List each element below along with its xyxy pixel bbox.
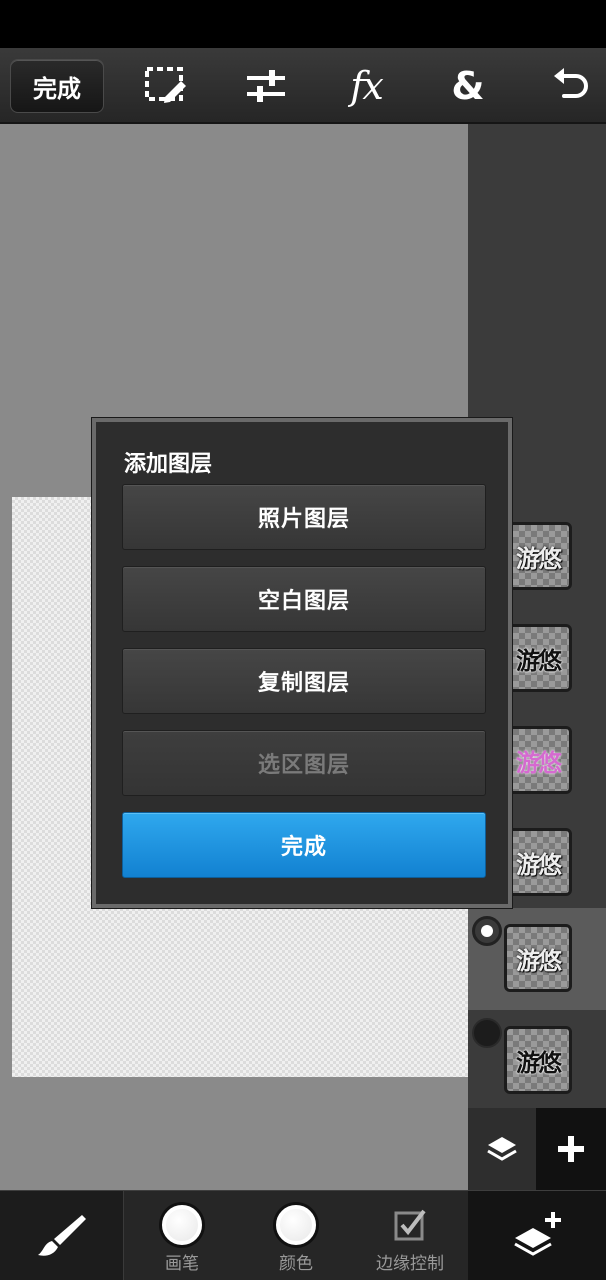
brush-circle-icon	[162, 1205, 202, 1245]
layer-select-radio[interactable]	[472, 916, 502, 946]
adjust-sliders-icon[interactable]	[240, 62, 292, 110]
done-button[interactable]: 完成	[10, 59, 104, 113]
layer-select-radio[interactable]	[472, 1018, 502, 1048]
dialog-title: 添加图层	[124, 451, 213, 477]
dialog-done-button[interactable]: 完成	[122, 812, 486, 878]
layers-menu-button[interactable]	[468, 1191, 606, 1280]
bottom-toolbar: 画笔 颜色 边缘控制	[0, 1190, 606, 1280]
ampersand-label: &	[451, 64, 485, 108]
paintbrush-icon	[37, 1215, 86, 1256]
blend-ampersand-icon[interactable]: &	[442, 62, 494, 110]
layer-thumbnail[interactable]: 游悠	[504, 624, 572, 692]
photo-layer-button[interactable]: 照片图层	[122, 484, 486, 550]
brush-label: 画笔	[165, 1254, 199, 1274]
color-circle-icon	[276, 1205, 316, 1245]
layers-icon	[487, 1137, 517, 1161]
status-bar	[0, 0, 606, 48]
edge-checkbox-icon	[390, 1205, 430, 1245]
brush-tool-button[interactable]	[0, 1191, 124, 1280]
layer-thumbnail[interactable]: 游悠	[504, 522, 572, 590]
edge-control-button[interactable]: 边缘控制	[360, 1191, 460, 1280]
select-edit-icon[interactable]	[140, 62, 192, 110]
layer-thumbnail[interactable]: 游悠	[504, 828, 572, 896]
layer-row-selected[interactable]: 游悠	[468, 908, 606, 1010]
fx-label: fx	[350, 64, 383, 108]
layer-thumbnail[interactable]: 游悠	[504, 924, 572, 992]
color-button[interactable]: 颜色	[246, 1191, 346, 1280]
layer-thumbnail[interactable]: 游悠	[504, 1026, 572, 1094]
add-layer-button[interactable]	[536, 1108, 606, 1190]
add-layer-dialog: 添加图层 照片图层 空白图层 复制图层 选区图层 完成	[92, 418, 512, 908]
layers-stack-toggle-button[interactable]	[468, 1108, 536, 1190]
layers-add-icon	[514, 1212, 561, 1256]
color-label: 颜色	[279, 1254, 313, 1274]
edge-control-label: 边缘控制	[376, 1254, 444, 1274]
undo-icon[interactable]	[544, 62, 596, 110]
brush-settings-button[interactable]: 画笔	[132, 1191, 232, 1280]
duplicate-layer-button[interactable]: 复制图层	[122, 648, 486, 714]
layer-row[interactable]: 游悠	[468, 1010, 606, 1112]
selection-layer-button: 选区图层	[122, 730, 486, 796]
layer-thumbnail[interactable]: 游悠	[504, 726, 572, 794]
fx-icon[interactable]: fx	[340, 62, 392, 110]
blank-layer-button[interactable]: 空白图层	[122, 566, 486, 632]
plus-icon	[558, 1136, 584, 1162]
top-toolbar: 完成 fx &	[0, 48, 606, 124]
